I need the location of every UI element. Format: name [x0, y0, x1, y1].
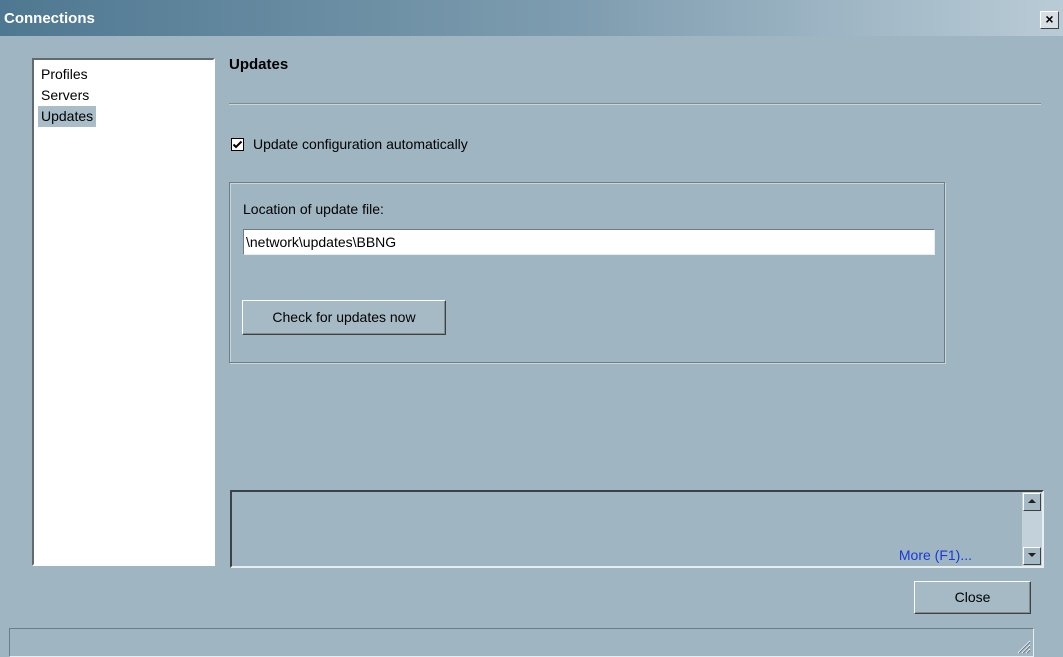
help-scrollbar[interactable] [1022, 492, 1042, 566]
status-bar [9, 628, 1034, 657]
window-close-button[interactable]: × [1040, 11, 1059, 29]
category-list[interactable]: Profiles Servers Updates [32, 58, 215, 566]
section-title: Updates [229, 56, 289, 73]
scroll-up-icon [1028, 499, 1036, 503]
title-bar: Connections × [0, 0, 1063, 36]
category-item-servers[interactable]: Servers [38, 85, 92, 106]
more-help-link[interactable]: More (F1)... [899, 547, 972, 563]
scroll-down-icon [1028, 553, 1036, 557]
auto-update-label: Update configuration automatically [253, 136, 468, 152]
location-label: Location of update file: [243, 201, 384, 217]
scroll-down-button[interactable] [1023, 547, 1041, 565]
close-button[interactable]: Close [914, 581, 1031, 614]
dialog-client-area: Profiles Servers Updates Updates Update … [0, 36, 1063, 657]
category-item-updates[interactable]: Updates [38, 106, 97, 127]
update-location-group: Location of update file: Check for updat… [229, 182, 945, 363]
category-item-profiles[interactable]: Profiles [38, 64, 91, 85]
location-input[interactable] [243, 229, 935, 255]
title-separator [229, 103, 1041, 105]
close-icon: × [1045, 11, 1054, 27]
auto-update-checkbox[interactable] [231, 137, 244, 151]
window-title: Connections [4, 10, 95, 27]
resize-grip-icon[interactable] [1013, 636, 1031, 654]
checkmark-icon [232, 140, 243, 148]
scroll-up-button[interactable] [1023, 493, 1041, 511]
auto-update-option[interactable]: Update configuration automatically [231, 136, 468, 152]
help-panel: More (F1)... [230, 490, 1044, 568]
check-for-updates-button[interactable]: Check for updates now [242, 300, 446, 335]
